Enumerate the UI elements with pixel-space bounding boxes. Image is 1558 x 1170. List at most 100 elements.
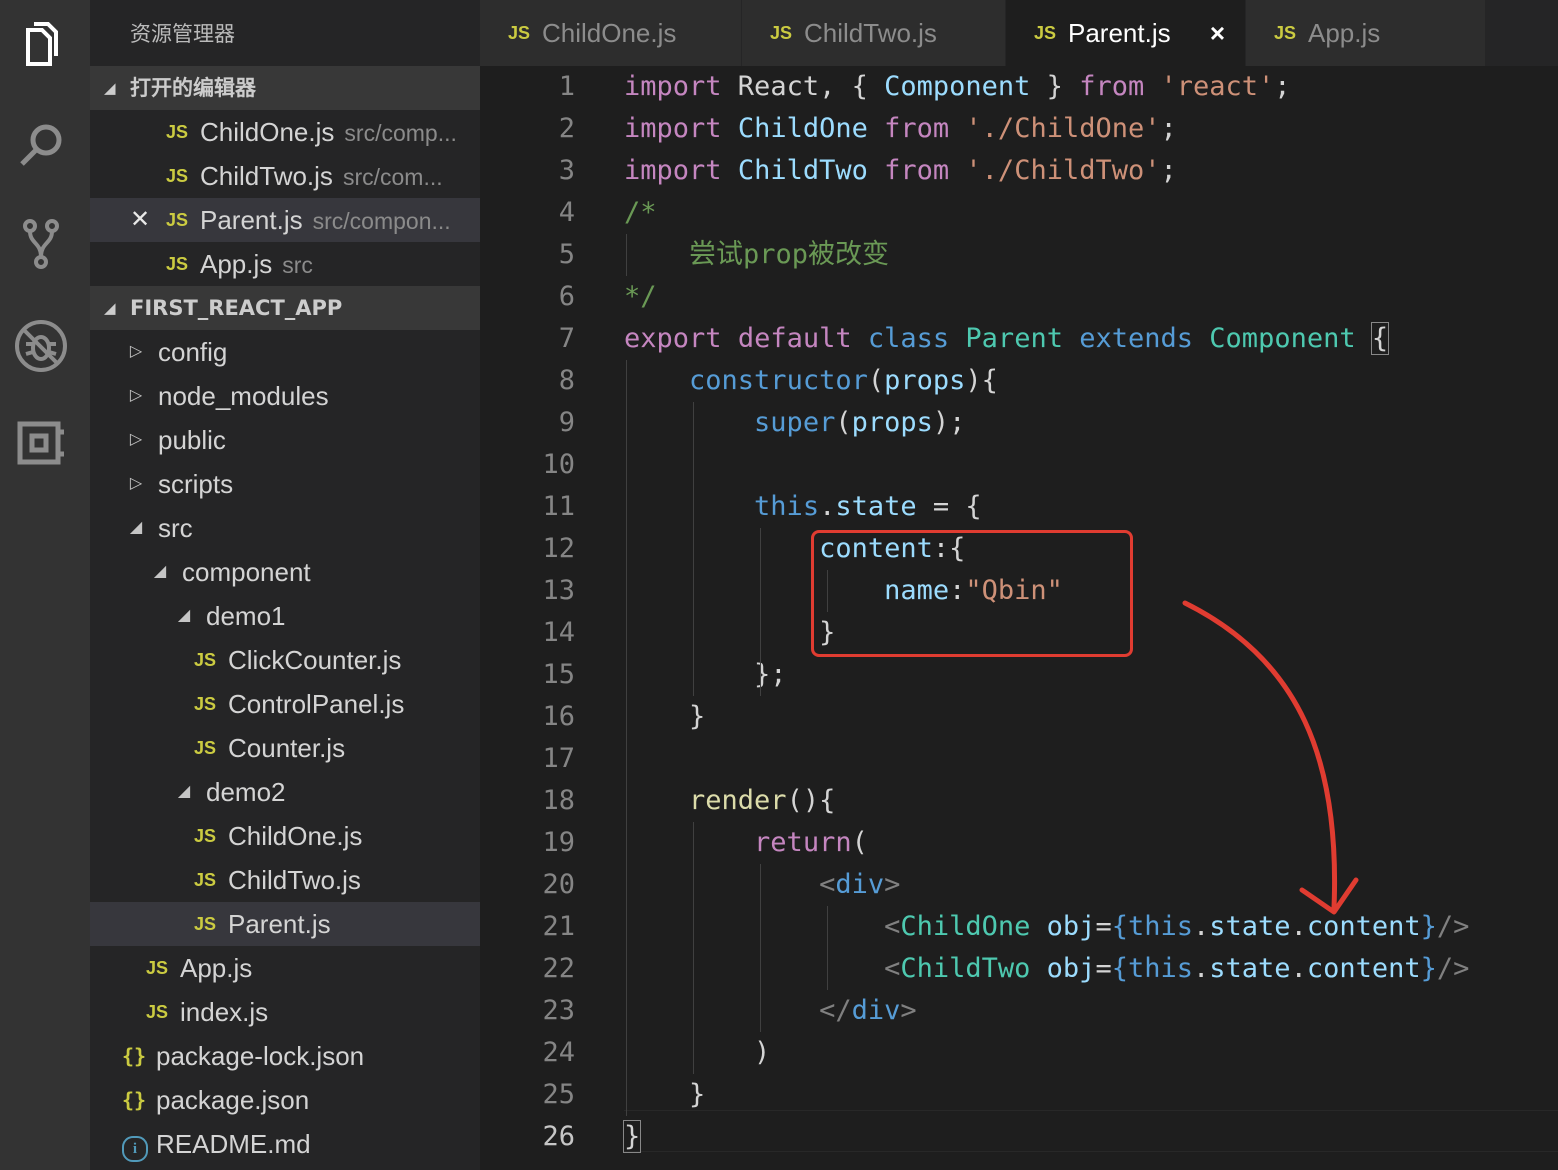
- line-number: 5: [558, 239, 575, 270]
- code-token: ChildOne: [737, 113, 868, 144]
- json-file-icon: {}: [122, 1088, 147, 1112]
- code-line[interactable]: import ChildTwo from './ChildTwo';: [624, 150, 1177, 192]
- code-line[interactable]: }: [624, 1074, 705, 1116]
- code-line[interactable]: <ChildTwo obj={this.state.content}/>: [624, 948, 1469, 990]
- tree-file[interactable]: JS ClickCounter.js: [90, 638, 480, 682]
- code-line[interactable]: ): [624, 1032, 770, 1074]
- code-line[interactable]: render(){: [624, 780, 835, 822]
- tab-childone[interactable]: JS ChildOne.js: [480, 0, 742, 66]
- tree-folder-component[interactable]: ◢ component: [90, 550, 480, 594]
- code-line[interactable]: this.state = {: [624, 486, 982, 528]
- code-line[interactable]: }: [624, 696, 705, 738]
- tree-folder-scripts[interactable]: ▷ scripts: [90, 462, 480, 506]
- indent-guide: [760, 528, 761, 696]
- code-line[interactable]: return(: [624, 822, 868, 864]
- code-line[interactable]: }: [622, 1116, 642, 1158]
- explorer-icon[interactable]: [10, 14, 72, 76]
- close-icon[interactable]: ✕: [130, 198, 150, 242]
- code-token: this: [1127, 911, 1194, 942]
- code-token: 'react': [1160, 71, 1275, 102]
- line-number: 17: [542, 743, 575, 774]
- sidebar-title: 资源管理器: [130, 22, 235, 46]
- extensions-icon[interactable]: [10, 412, 72, 474]
- tree-file[interactable]: i README.md: [90, 1122, 480, 1166]
- code-token: }: [624, 701, 706, 732]
- code-token: div: [851, 995, 901, 1026]
- tree-folder-config[interactable]: ▷ config: [90, 330, 480, 374]
- code-token: Parent: [965, 323, 1063, 354]
- code-token: extends: [1079, 323, 1194, 354]
- code-token: content: [1306, 911, 1421, 942]
- code-token: ChildTwo: [900, 953, 1031, 984]
- indent-guide: [693, 402, 694, 696]
- indent-guide: [760, 864, 761, 1032]
- code-token: obj: [1046, 911, 1096, 942]
- code-line[interactable]: */: [624, 276, 657, 318]
- code-token: =: [1095, 953, 1112, 984]
- code-line[interactable]: import React, { Component } from 'react'…: [624, 66, 1291, 108]
- code-line[interactable]: }: [624, 612, 835, 654]
- tree-file[interactable]: {} package-lock.json: [90, 1034, 480, 1078]
- code-token: }: [1030, 71, 1080, 102]
- tree-file[interactable]: JS Counter.js: [90, 726, 480, 770]
- open-editor-item[interactable]: JS App.js src: [90, 242, 480, 286]
- open-editors-header[interactable]: ◢ 打开的编辑器: [90, 66, 480, 110]
- tree-file[interactable]: JS App.js: [90, 946, 480, 990]
- code-token: </: [819, 995, 852, 1026]
- source-control-icon[interactable]: [10, 212, 72, 274]
- tab-parent[interactable]: JS Parent.js ×: [1006, 0, 1246, 66]
- code-line[interactable]: constructor(props){: [624, 360, 998, 402]
- collapse-triangle-icon: ◢: [104, 299, 116, 317]
- code-line[interactable]: /*: [624, 192, 657, 234]
- close-icon[interactable]: ×: [1210, 0, 1225, 66]
- search-icon[interactable]: [10, 114, 72, 176]
- file-label: Counter.js: [228, 733, 346, 763]
- code-line[interactable]: import ChildOne from './ChildOne';: [624, 108, 1177, 150]
- code-token: './ChildOne': [965, 113, 1161, 144]
- tree-file[interactable]: JS ChildOne.js: [90, 814, 480, 858]
- code-token: import: [624, 113, 722, 144]
- chevron-right-icon: ▷: [129, 431, 143, 448]
- line-number: 13: [542, 575, 575, 606]
- open-editor-item[interactable]: JS ChildTwo.js src/com...: [90, 154, 480, 198]
- code-token: from: [1079, 71, 1145, 102]
- code-token: />: [1436, 953, 1470, 984]
- tree-file-selected[interactable]: JS Parent.js: [90, 902, 480, 946]
- code-line[interactable]: };: [624, 654, 787, 696]
- code-line[interactable]: super(props);: [624, 402, 965, 444]
- tree-folder-node-modules[interactable]: ▷ node_modules: [90, 374, 480, 418]
- line-number: 8: [558, 365, 575, 396]
- tree-file[interactable]: JS index.js: [90, 990, 480, 1034]
- tree-file[interactable]: {} package.json: [90, 1078, 480, 1122]
- tab-childtwo[interactable]: JS ChildTwo.js: [742, 0, 1006, 66]
- tree-folder-demo2[interactable]: ◢ demo2: [90, 770, 480, 814]
- code-line[interactable]: <div>: [624, 864, 900, 906]
- code-line[interactable]: export default class Parent extends Comp…: [624, 318, 1390, 360]
- tree-folder-demo1[interactable]: ◢ demo1: [90, 594, 480, 638]
- js-file-icon: JS: [1274, 23, 1297, 43]
- debug-icon[interactable]: [10, 314, 72, 376]
- open-editor-item[interactable]: JS ChildOne.js src/comp...: [90, 110, 480, 154]
- code-line[interactable]: </div>: [624, 990, 917, 1032]
- tab-app[interactable]: JS App.js: [1246, 0, 1486, 66]
- project-header[interactable]: ◢ FIRST_REACT_APP: [90, 286, 480, 330]
- code-line[interactable]: 尝试prop被改变: [624, 234, 889, 276]
- tree-folder-public[interactable]: ▷ public: [90, 418, 480, 462]
- open-editor-item-active[interactable]: ✕ JS Parent.js src/compon...: [90, 198, 480, 242]
- tree-file[interactable]: JS ChildTwo.js: [90, 858, 480, 902]
- tree-file[interactable]: JS ControlPanel.js: [90, 682, 480, 726]
- code-token: export: [624, 323, 722, 354]
- tab-label: Parent.js: [1068, 18, 1171, 48]
- tree-folder-src[interactable]: ◢ src: [90, 506, 480, 550]
- file-path: src: [282, 252, 313, 278]
- editor-tab-bar: JS ChildOne.js JS ChildTwo.js JS Parent.js …: [480, 0, 1558, 66]
- code-line[interactable]: <ChildOne obj={this.state.content}/>: [624, 906, 1469, 948]
